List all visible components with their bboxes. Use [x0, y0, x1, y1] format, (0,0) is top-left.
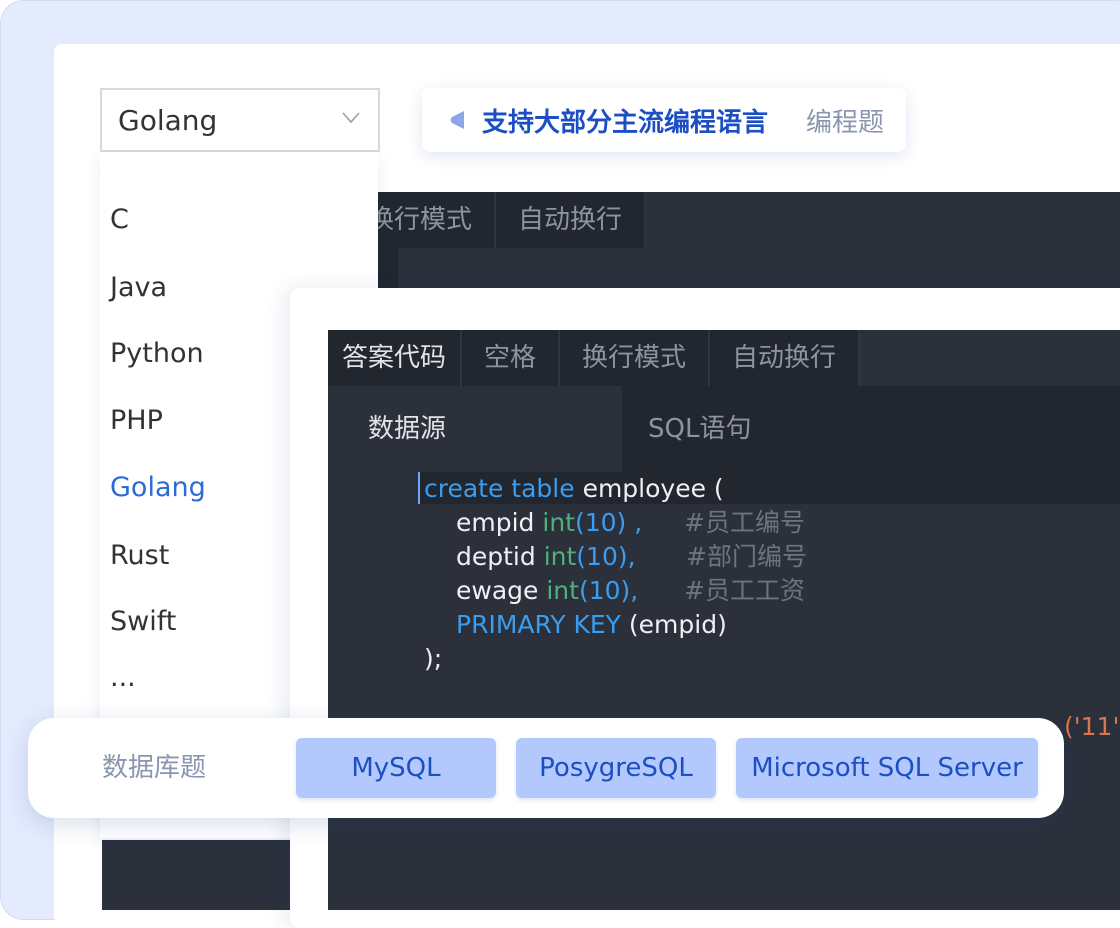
feature-pill-sublabel[interactable]: 编程题 — [806, 102, 884, 139]
language-select-value: Golang — [118, 103, 218, 137]
language-option-php[interactable]: PHP — [110, 405, 163, 436]
tab-line-mode[interactable]: 换行模式 — [560, 330, 711, 386]
language-select[interactable]: Golang — [100, 88, 380, 152]
language-option-c[interactable]: C — [110, 204, 129, 235]
sql-server-button[interactable]: Microsoft SQL Server — [736, 738, 1038, 798]
language-option-swift[interactable]: Swift — [110, 606, 176, 637]
code-comment: #员工编号 — [684, 508, 805, 537]
code-editor: 答案代码 空格 换行模式 自动换行 数据源 SQL语句 create table… — [328, 330, 1120, 910]
code-line: ewage int(10), — [456, 576, 639, 605]
postgresql-button[interactable]: PosygreSQL — [516, 738, 716, 798]
mysql-button[interactable]: MySQL — [296, 738, 496, 798]
code-line: empid int(10) , — [456, 508, 643, 537]
language-option-python[interactable]: Python — [110, 338, 204, 369]
triangle-left-icon — [450, 111, 464, 129]
tab-auto-wrap[interactable]: 自动换行 — [710, 330, 861, 386]
language-option-java[interactable]: Java — [110, 272, 167, 303]
code-line: ); — [424, 644, 443, 673]
code-line: create table employee ( — [424, 474, 724, 503]
feature-pill-label: 支持大部分主流编程语言 — [482, 107, 769, 138]
language-option-rust[interactable]: Rust — [110, 540, 169, 571]
database-label: 数据库题 — [102, 753, 207, 783]
editor-tabbar: 答案代码 空格 换行模式 自动换行 — [328, 330, 861, 386]
tab-spaces[interactable]: 空格 — [462, 330, 561, 386]
subtab-data-source[interactable]: 数据源 — [328, 386, 622, 472]
subtab-sql-statement[interactable]: SQL语句 — [622, 386, 1120, 472]
editor-subtabs: 数据源 SQL语句 — [328, 386, 1120, 472]
database-bar: 数据库题 MySQL PosygreSQL Microsoft SQL Serv… — [28, 718, 1064, 818]
chevron-down-icon — [342, 112, 360, 124]
language-option-more[interactable]: ... — [110, 662, 136, 693]
text-caret — [418, 472, 420, 504]
editor-strip — [102, 840, 292, 910]
code-comment: #员工工资 — [684, 576, 805, 605]
tab-answer-code[interactable]: 答案代码 — [328, 330, 463, 386]
language-option-golang[interactable]: Golang — [110, 472, 206, 503]
tab-auto-wrap[interactable]: 自动换行 — [496, 192, 647, 248]
code-line: deptid int(10), — [456, 542, 636, 571]
code-line: PRIMARY KEY (empid) — [456, 610, 727, 639]
feature-pill: 支持大部分主流编程语言 编程题 — [422, 88, 906, 152]
code-comment: #部门编号 — [686, 542, 807, 571]
code-string-fragment: ('11',' — [1064, 712, 1120, 741]
